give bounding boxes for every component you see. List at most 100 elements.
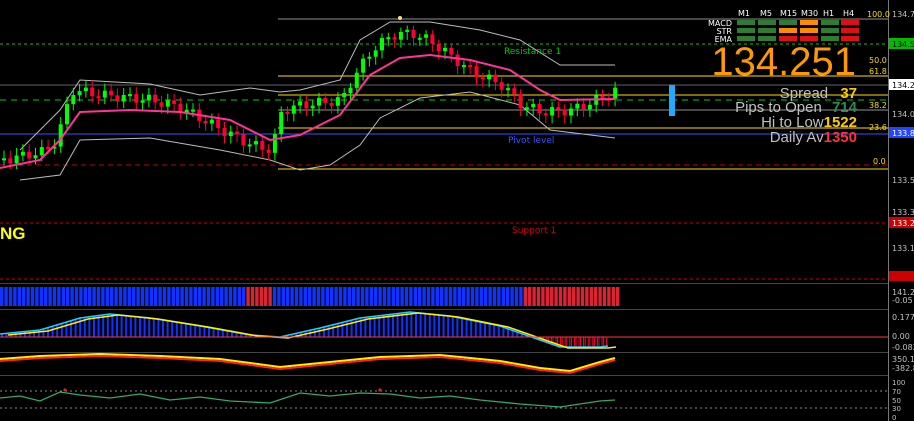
daily-label: Daily Av (769, 129, 824, 146)
candle-body (39, 147, 44, 156)
histogram-bar (576, 287, 580, 306)
histogram-bar (532, 287, 536, 306)
panel4-axis-label: 70 (892, 388, 901, 396)
histogram-bar (255, 287, 259, 306)
histogram-bar (418, 287, 422, 306)
histogram-bar (506, 287, 510, 306)
histogram-bar (48, 287, 52, 306)
candle-body (600, 95, 605, 99)
histogram-bar (66, 287, 70, 306)
histogram-bar (356, 287, 360, 306)
candle-body (71, 95, 76, 105)
candle-body (430, 34, 435, 44)
histogram-bar (611, 287, 615, 306)
macd-bar-neg (580, 336, 585, 348)
tf-header: M5 (760, 9, 772, 18)
histogram-bar (387, 287, 391, 306)
candle-body (46, 147, 51, 150)
histogram-bar (598, 287, 602, 306)
histogram-bar (290, 287, 294, 306)
signal-cell (758, 20, 776, 25)
histogram-bar (114, 287, 118, 306)
price-tick: 133.3 (892, 208, 914, 217)
rsi-marker (63, 388, 67, 392)
candle-body (361, 58, 366, 73)
histogram-bar (176, 287, 180, 306)
candle-body (518, 94, 523, 109)
moving-average (0, 53, 616, 169)
histogram-bar (268, 287, 272, 306)
panel2-axis-label: -0.082 (892, 343, 914, 352)
histogram-bar (484, 287, 488, 306)
histogram-bar (545, 287, 549, 306)
histogram-bar (492, 287, 497, 306)
histogram-bar (136, 287, 140, 306)
resistance-label: Resistance 1 (504, 47, 561, 57)
histogram-bar (281, 287, 285, 306)
histogram-bar (132, 287, 136, 306)
candle-body (405, 29, 410, 32)
histogram-bar (510, 287, 514, 306)
macd-bar-neg (575, 336, 580, 348)
histogram-bar (22, 287, 26, 306)
histogram-bar (308, 287, 312, 306)
candle-body (77, 91, 82, 96)
candle-body (285, 111, 290, 114)
signal-cell (821, 28, 839, 33)
bottom-axis-tag (889, 271, 914, 281)
candle-body (153, 94, 158, 103)
macd-bar-neg (589, 336, 594, 348)
histogram-bar (374, 287, 378, 306)
tf-header: H1 (823, 9, 835, 18)
candle-body (512, 88, 517, 95)
histogram-bar (541, 287, 545, 306)
histogram-bar (30, 287, 35, 306)
histogram-bar (453, 287, 457, 306)
candle-body (323, 97, 328, 103)
histogram-bar (396, 287, 400, 306)
histogram-bar (404, 287, 409, 306)
signal-cell (779, 20, 797, 25)
oscillator-panel (0, 352, 616, 375)
histogram-bar (74, 287, 79, 306)
rsi-panel (0, 388, 888, 409)
candle-body (128, 94, 132, 97)
candle-body (279, 111, 284, 135)
histogram-bar (448, 287, 453, 306)
fib-label: 23.6 (869, 123, 887, 132)
histogram-bar (202, 287, 206, 306)
candle-body (493, 74, 498, 83)
candle-body (506, 88, 510, 91)
histogram-bar (264, 287, 268, 306)
histogram-bar (242, 287, 246, 306)
candle-body (373, 50, 378, 57)
histogram-bar (466, 287, 470, 306)
signal-cell (758, 28, 776, 33)
ma-line (0, 53, 616, 169)
candle-body (531, 103, 536, 108)
signal-cell (821, 20, 839, 25)
histogram-bar (92, 287, 96, 306)
histogram-bar (171, 287, 175, 306)
candle-body (480, 77, 485, 80)
candle-body (613, 87, 618, 99)
histogram-bar (422, 287, 426, 306)
histogram-bar (501, 287, 505, 306)
candle-body (392, 37, 397, 40)
candle-body (348, 87, 353, 94)
histogram-bar (8, 287, 13, 306)
histogram-bar (589, 287, 593, 306)
histogram-bar (303, 287, 307, 306)
histogram-bar (70, 287, 74, 306)
histogram-bar (413, 287, 417, 306)
histogram-bar (325, 287, 329, 306)
signal-cell (779, 28, 797, 33)
candle-body (386, 37, 391, 40)
fib-label: 38.2 (869, 101, 887, 110)
candle-body (266, 149, 271, 153)
candle-body (90, 87, 95, 97)
resistance-axis-value: 134.5 (892, 40, 914, 49)
candle-body (436, 43, 441, 52)
histogram-bar (237, 287, 241, 306)
histogram-bar (101, 287, 105, 306)
